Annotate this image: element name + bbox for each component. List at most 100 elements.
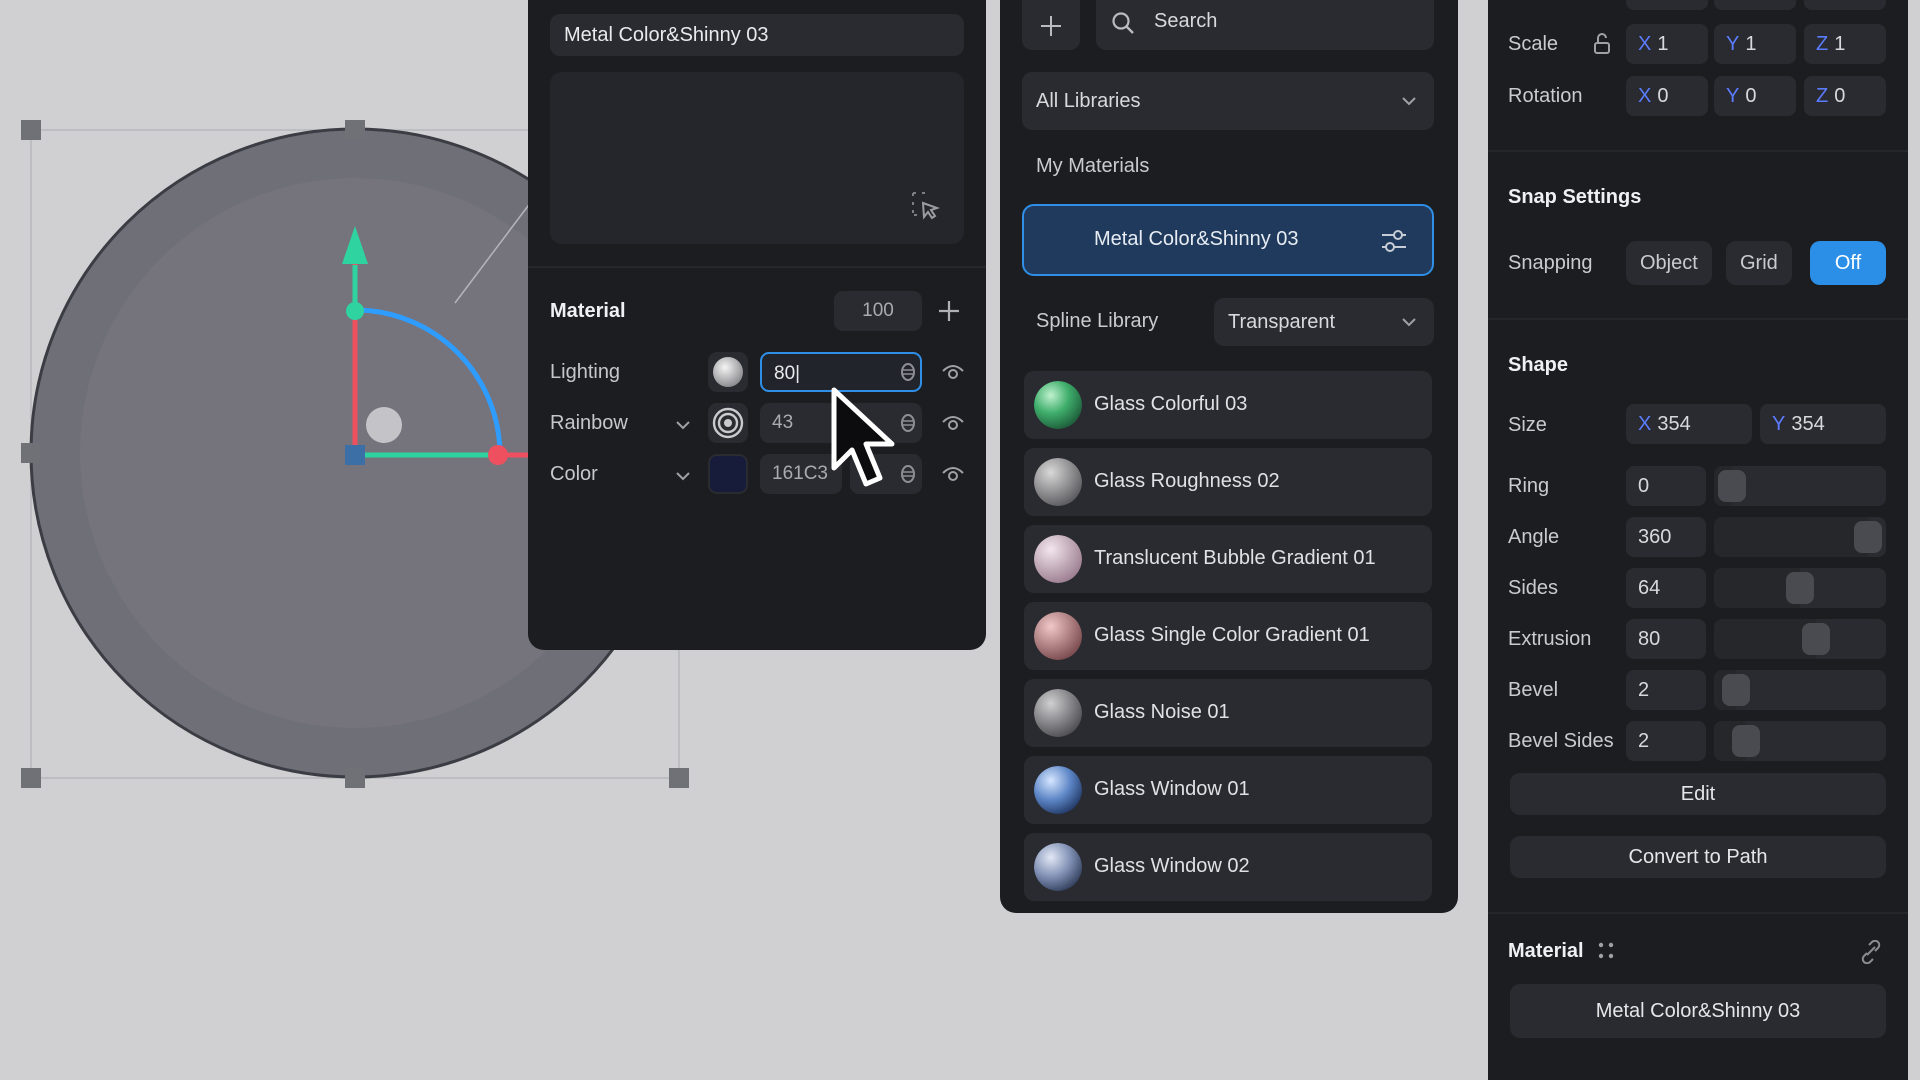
param-slider[interactable]	[1714, 619, 1886, 659]
slider-knob[interactable]	[1802, 623, 1831, 655]
chevron-down-icon[interactable]	[674, 416, 692, 434]
param-value-input[interactable]: 360	[1626, 517, 1706, 557]
slider-fill	[1714, 619, 1817, 659]
param-slider[interactable]	[1714, 670, 1886, 710]
library-item[interactable]: Glass Window 02	[1024, 833, 1432, 901]
add-layer-icon[interactable]	[936, 298, 962, 324]
convert-to-path-button[interactable]: Convert to Path	[1510, 836, 1886, 878]
stack-icon[interactable]	[898, 413, 918, 433]
scale-z-input[interactable]: Z1	[1804, 24, 1886, 64]
axis-x-label: X	[1638, 85, 1652, 107]
axis-y-label: Y	[1726, 85, 1740, 107]
size-y-input[interactable]: Y 354	[1760, 404, 1886, 444]
selected-material-label: Metal Color&Shinny 03	[1094, 228, 1299, 250]
library-item[interactable]: Glass Noise 01	[1024, 679, 1432, 747]
scale-y-input[interactable]: Y1	[1714, 24, 1796, 64]
param-value-input[interactable]: 64	[1626, 568, 1706, 608]
snap-off-button[interactable]: Off	[1810, 241, 1886, 285]
material-section-title: Material	[550, 300, 626, 322]
visibility-eye-icon[interactable]	[940, 410, 966, 436]
color-swatch-button[interactable]	[708, 454, 748, 494]
library-item[interactable]: Glass Roughness 02	[1024, 448, 1432, 516]
material-swatch	[1034, 535, 1082, 583]
material-swatch	[1034, 381, 1082, 429]
param-slider[interactable]	[1714, 568, 1886, 608]
slider-knob[interactable]	[1718, 470, 1746, 502]
snap-object-button[interactable]: Object	[1626, 241, 1712, 285]
axis-z-label: Z	[1816, 85, 1829, 107]
scale-y-value: 1	[1745, 33, 1757, 55]
material-preview[interactable]	[550, 72, 964, 244]
library-item[interactable]: Translucent Bubble Gradient 01	[1024, 525, 1432, 593]
layer-label-rainbow: Rainbow	[550, 412, 628, 434]
edit-button[interactable]: Edit	[1510, 773, 1886, 815]
inspector-material-field[interactable]: Metal Color&Shinny 03	[1510, 984, 1886, 1038]
material-swatch	[1034, 766, 1082, 814]
rotation-z-input[interactable]: Z0	[1804, 76, 1886, 116]
add-material-button[interactable]	[1022, 0, 1080, 50]
rotation-x-input[interactable]: X0	[1626, 76, 1708, 116]
library-filter-select[interactable]: Transparent	[1214, 298, 1434, 346]
snap-grid-button[interactable]: Grid	[1726, 241, 1792, 285]
visibility-eye-icon[interactable]	[940, 359, 966, 385]
scale-x-input[interactable]: X1	[1626, 24, 1708, 64]
sphere-icon	[713, 357, 743, 387]
visibility-eye-icon[interactable]	[940, 461, 966, 487]
target-rings-icon	[712, 407, 744, 439]
param-value-input[interactable]: 80	[1626, 619, 1706, 659]
mouse-cursor-icon	[831, 387, 895, 487]
param-label: Bevel	[1508, 679, 1559, 701]
snap-settings-title: Snap Settings	[1508, 186, 1642, 208]
library-item[interactable]: Glass Window 01	[1024, 756, 1432, 824]
library-item[interactable]: Glass Colorful 03	[1024, 371, 1432, 439]
resize-handle-bl	[21, 768, 41, 788]
slider-knob[interactable]	[1731, 725, 1760, 757]
stack-icon[interactable]	[898, 362, 918, 382]
stack-icon[interactable]	[898, 464, 918, 484]
rainbow-value-text: 43	[772, 412, 794, 433]
snapping-label: Snapping	[1508, 252, 1593, 274]
rotation-y-input[interactable]: Y0	[1714, 76, 1796, 116]
unlink-icon[interactable]	[1858, 940, 1884, 964]
resize-handle-bottom	[345, 768, 365, 788]
selected-material-item[interactable]: Metal Color&Shinny 03	[1022, 204, 1434, 276]
drag-dots-icon[interactable]	[1596, 940, 1616, 962]
resize-handle-top	[345, 120, 365, 140]
sliders-icon[interactable]	[1380, 228, 1408, 254]
lighting-preview-button[interactable]	[708, 352, 748, 392]
rainbow-preview-button[interactable]	[708, 403, 748, 443]
material-name-input[interactable]: Metal Color&Shinny 03	[550, 14, 964, 56]
slider-knob[interactable]	[1854, 521, 1882, 553]
param-value-input[interactable]: 2	[1626, 670, 1706, 710]
resize-handle-br	[669, 768, 689, 788]
filter-value: Transparent	[1228, 311, 1336, 333]
size-x-input[interactable]: X 354	[1626, 404, 1752, 444]
size-label: Size	[1508, 414, 1547, 436]
library-item-label: Glass Noise 01	[1094, 701, 1230, 723]
library-source-select[interactable]: All Libraries	[1022, 72, 1434, 130]
rotation-x-value: 0	[1657, 85, 1669, 107]
slider-knob[interactable]	[1786, 572, 1814, 604]
library-select-value: All Libraries	[1036, 90, 1141, 112]
color-swatch	[710, 456, 746, 492]
resize-handle-left	[21, 443, 41, 463]
gizmo-dot-top	[346, 302, 364, 320]
lighting-value-text: 80	[774, 363, 796, 384]
param-slider[interactable]	[1714, 466, 1886, 506]
material-opacity-field[interactable]: 100	[834, 291, 922, 331]
param-slider[interactable]	[1714, 517, 1886, 557]
library-item[interactable]: Glass Single Color Gradient 01	[1024, 602, 1432, 670]
library-search-input[interactable]: Search	[1096, 0, 1434, 50]
lock-icon[interactable]	[1592, 32, 1612, 56]
select-cursor-icon[interactable]	[910, 190, 940, 220]
slider-fill	[1714, 517, 1868, 557]
slider-knob[interactable]	[1722, 674, 1751, 706]
param-value-input[interactable]: 2	[1626, 721, 1706, 761]
param-value-input[interactable]: 0	[1626, 466, 1706, 506]
resize-handle-tl	[21, 120, 41, 140]
chevron-down-icon[interactable]	[674, 467, 692, 485]
library-item-label: Glass Colorful 03	[1094, 393, 1248, 415]
layer-label-color: Color	[550, 463, 598, 485]
param-slider[interactable]	[1714, 721, 1886, 761]
axis-z-label: Z	[1816, 33, 1829, 55]
